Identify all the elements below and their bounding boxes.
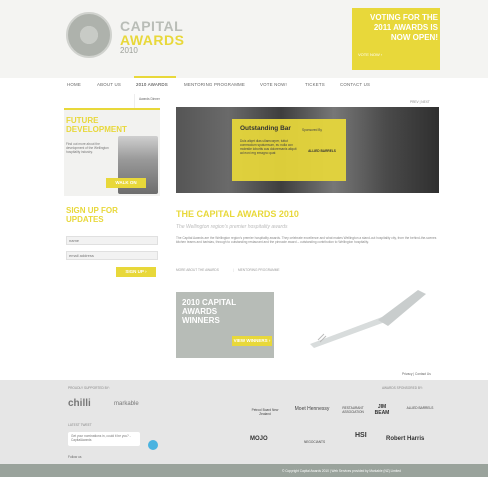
sponsor-allied-barrels[interactable]: ALLIED BARRELS bbox=[402, 406, 438, 410]
feature-slider: Outstanding Bar Sponsored By Duis aliqet… bbox=[176, 107, 439, 193]
caption-title: Outstanding Bar bbox=[240, 125, 291, 132]
supported-label: PROUDLY SUPPORTED BY: bbox=[68, 386, 110, 390]
submenu-awards-dinner[interactable]: Awards Dinner bbox=[139, 97, 160, 101]
sponsor-mojo[interactable]: MOJO bbox=[250, 436, 268, 442]
cutlery-image bbox=[300, 284, 438, 358]
sponsor-petrool[interactable]: Petrool Board New Zealand bbox=[248, 408, 282, 416]
sponsor-moet[interactable]: Moet Hennessy bbox=[292, 406, 332, 412]
logo-year: 2010 bbox=[120, 46, 138, 55]
supporter-markable-logo[interactable]: markable bbox=[114, 401, 139, 407]
logo[interactable]: CAPITAL AWARDS 2010 bbox=[62, 12, 192, 58]
caption-sponsor-logo: ALLIED BARRELS bbox=[308, 149, 336, 153]
future-development-panel: FUTURE DEVELOPMENT Find out more about t… bbox=[64, 108, 160, 196]
sponsor-negociants[interactable]: NEGOCIANTS bbox=[304, 440, 325, 444]
nav-tickets[interactable]: TICKETS bbox=[305, 82, 325, 87]
walk-on-button[interactable]: WALK ON bbox=[106, 178, 146, 188]
page-subtitle: The Wellington region's premier hospital… bbox=[176, 224, 288, 230]
vote-banner[interactable]: VOTING FOR THE 2011 AWARDS IS NOW OPEN! … bbox=[352, 8, 440, 70]
banner-line3: NOW OPEN! bbox=[390, 33, 438, 42]
sponsor-hsi[interactable]: HSI bbox=[355, 432, 367, 439]
email-field[interactable] bbox=[66, 251, 158, 260]
future-title-1: FUTURE bbox=[66, 116, 99, 125]
link-more-about[interactable]: MORE ABOUT THE AWARDS bbox=[176, 268, 219, 272]
supporter-chilli-logo[interactable]: chilli bbox=[68, 398, 91, 409]
intro-paragraph: The Capital Awards are the Wellington re… bbox=[176, 236, 437, 244]
nav-vote[interactable]: VOTE NOW! bbox=[260, 82, 287, 87]
nav-active-underline bbox=[134, 76, 176, 78]
banner-line1: VOTING FOR THE bbox=[370, 13, 438, 22]
sponsor-jim-beam[interactable]: JIM BEAM bbox=[370, 404, 394, 416]
privacy-contact-links[interactable]: Privacy | Contact Us bbox=[402, 372, 431, 376]
tweet-text: Get your nominations in, could it be you… bbox=[71, 434, 131, 442]
nav-2010-awards[interactable]: 2010 AWARDS bbox=[136, 82, 168, 87]
copyright-text: © Copyright Capital Awards 2010 | Web Se… bbox=[282, 469, 401, 473]
signup-title-1: SIGN UP FOR bbox=[66, 206, 118, 215]
caption-sponsor-label: Sponsored By bbox=[302, 128, 323, 132]
future-title-2: DEVELOPMENT bbox=[66, 125, 127, 134]
footer bbox=[0, 380, 488, 464]
twitter-bird-icon[interactable] bbox=[148, 440, 158, 450]
signup-title-2: UPDATES bbox=[66, 215, 104, 224]
nav-about[interactable]: ABOUT US bbox=[97, 82, 121, 87]
slider-controls[interactable]: PREV | NEXT bbox=[410, 100, 430, 104]
winners-line2: AWARDS bbox=[182, 307, 218, 316]
copyright-bar: © Copyright Capital Awards 2010 | Web Se… bbox=[0, 464, 488, 477]
logo-emblem-icon bbox=[66, 12, 112, 58]
link-mentoring[interactable]: MENTORING PROGRAMME bbox=[238, 268, 280, 272]
sponsor-robert-harris[interactable]: Robert Harris bbox=[386, 436, 424, 442]
link-separator: | bbox=[233, 268, 234, 272]
future-text: Find out more about the development of t… bbox=[66, 142, 109, 154]
signup-button[interactable]: SIGN UP › bbox=[116, 267, 156, 277]
caption-text: Duis aliqet dias ullamcorper, tuttut com… bbox=[240, 139, 297, 155]
name-field[interactable] bbox=[66, 236, 158, 245]
follow-us-link[interactable]: Follow us bbox=[68, 455, 81, 459]
sponsored-label: AWARDS SPONSORED BY: bbox=[382, 386, 423, 390]
sponsor-restaurant-assoc[interactable]: RESTAURANT ASSOCIATION bbox=[340, 406, 366, 414]
tweet-bubble: Get your nominations in, could it be you… bbox=[68, 432, 140, 446]
winners-line3: WINNERS bbox=[182, 316, 220, 325]
main-nav: HOME ABOUT US 2010 AWARDS MENTORING PROG… bbox=[0, 76, 488, 94]
future-accent-bar bbox=[64, 108, 160, 110]
banner-line2: 2011 AWARDS IS bbox=[373, 23, 438, 32]
vote-now-link[interactable]: VOTE NOW › bbox=[358, 52, 382, 57]
winners-panel[interactable]: 2010 CAPITAL AWARDS WINNERS VIEW WINNERS… bbox=[176, 292, 274, 358]
winners-line1: 2010 CAPITAL bbox=[182, 298, 237, 307]
slider-caption: Outstanding Bar Sponsored By Duis aliqet… bbox=[232, 119, 346, 181]
page-title: THE CAPITAL AWARDS 2010 bbox=[176, 209, 299, 219]
nav-mentoring[interactable]: MENTORING PROGRAMME bbox=[184, 82, 245, 87]
nav-contact[interactable]: CONTACT US bbox=[340, 82, 370, 87]
tweet-label: LATEST TWEET bbox=[68, 423, 92, 427]
nav-home[interactable]: HOME bbox=[67, 82, 81, 87]
view-winners-button[interactable]: VIEW WINNERS › bbox=[232, 336, 272, 346]
